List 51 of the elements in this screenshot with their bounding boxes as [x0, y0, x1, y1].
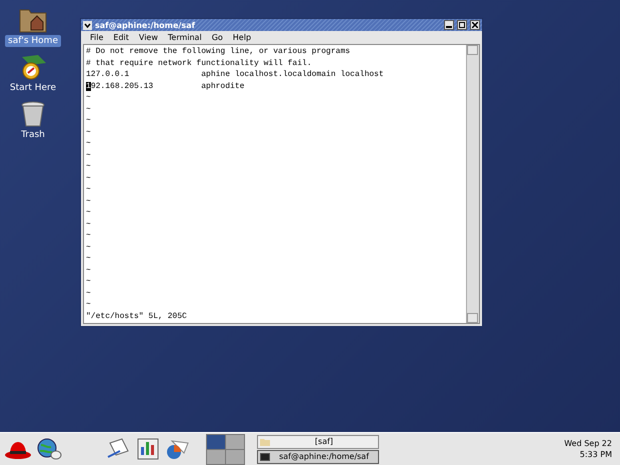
text-line: # Do not remove the following line, or various programs: [86, 46, 352, 58]
empty-line-tilde: ~: [86, 184, 92, 196]
desktop-icon-label[interactable]: saf's Home: [5, 35, 61, 47]
empty-line-tilde: ~: [86, 92, 92, 104]
globe-mouse-icon[interactable]: [36, 437, 62, 461]
empty-line-tilde: ~: [86, 230, 92, 242]
empty-line-tilde: ~: [86, 288, 92, 299]
empty-line-tilde: ~: [86, 172, 92, 184]
desktop-icon-label[interactable]: Start Here: [6, 82, 60, 94]
menu-item[interactable]: File: [87, 33, 106, 42]
empty-line-tilde: ~: [86, 242, 92, 253]
empty-line-tilde: ~: [86, 218, 92, 230]
menu-item[interactable]: View: [136, 33, 161, 42]
menu-item[interactable]: Edit: [110, 33, 132, 42]
desktop-icon-label[interactable]: Trash: [18, 129, 48, 141]
empty-line-tilde: ~: [86, 150, 92, 161]
text-line: 192.168.205.13 aphrodite: [86, 80, 246, 92]
text-line: 127.0.0.1 aphine localhost.localdomain localhost: [86, 69, 385, 80]
taskbar-window-button[interactable]: saf@aphine:/home/saf: [257, 450, 379, 464]
maximize-button[interactable]: [457, 20, 467, 30]
folder-icon: [260, 438, 270, 446]
terminal-icon: [260, 452, 270, 460]
empty-line-tilde: ~: [86, 115, 92, 126]
workspace-pager[interactable]: [206, 434, 245, 464]
taskbar-window-button[interactable]: [saf]: [257, 434, 379, 448]
text-line: # that require network functionality will fail.: [86, 58, 313, 69]
empty-line-tilde: ~: [86, 253, 92, 264]
clock-text: 5:33 PM: [580, 449, 612, 460]
maximize-icon: [459, 22, 465, 28]
trash-icon: [20, 100, 46, 128]
empty-line-tilde: ~: [86, 161, 92, 172]
scrollbar[interactable]: [466, 45, 479, 323]
empty-line-tilde: ~: [86, 276, 92, 288]
empty-line-tilde: ~: [86, 207, 92, 218]
status-line: "/etc/hosts" 5L, 205C: [86, 310, 188, 322]
bar-chart-icon[interactable]: [136, 437, 160, 461]
empty-line-tilde: ~: [86, 126, 92, 138]
window-menu-icon[interactable]: [83, 20, 92, 30]
close-icon: [472, 22, 478, 28]
empty-line-tilde: ~: [86, 196, 92, 207]
empty-line-tilde: ~: [86, 138, 92, 150]
menu-item[interactable]: Go: [208, 33, 226, 42]
menu-item[interactable]: Help: [230, 33, 254, 42]
empty-line-tilde: ~: [86, 299, 92, 310]
minimize-button[interactable]: [444, 20, 454, 30]
menu-item[interactable]: Terminal: [164, 33, 205, 42]
close-button[interactable]: [470, 20, 480, 30]
empty-line-tilde: ~: [86, 104, 92, 115]
clock-text: Wed Sep 22: [564, 438, 612, 449]
window-title: saf@aphine:/home/saf: [95, 20, 196, 30]
empty-line-tilde: ~: [86, 264, 92, 276]
